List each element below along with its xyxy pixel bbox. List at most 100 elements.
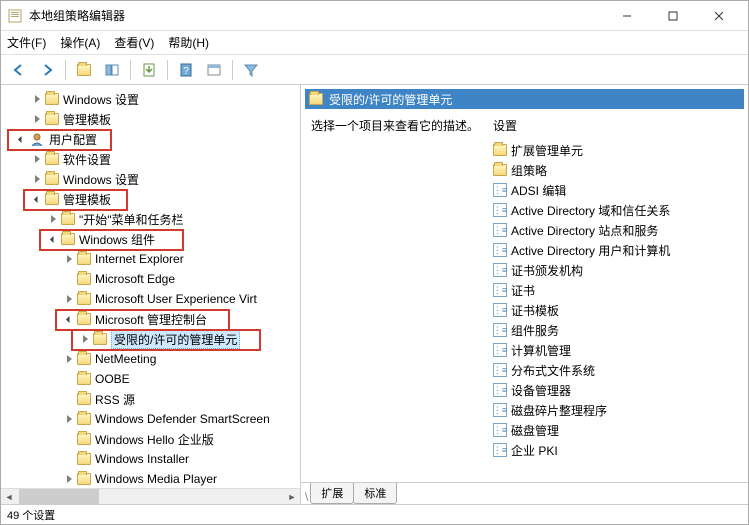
collapse-icon[interactable] [47,233,59,245]
tree-item[interactable]: Windows Media Player [1,469,300,489]
details-body: 选择一个项目来查看它的描述。 设置 扩展管理单元 组策略 ⋮≡ADSI 编辑 ⋮… [301,111,748,482]
setting-item-folder[interactable]: 组策略 [493,160,744,180]
tree-item[interactable]: OOBE [1,369,300,389]
menu-file[interactable]: 文件(F) [7,34,46,51]
settings-list: 扩展管理单元 组策略 ⋮≡ADSI 编辑 ⋮≡Active Directory … [493,140,744,460]
description-column: 选择一个项目来查看它的描述。 [305,111,487,482]
policy-icon: ⋮≡ [493,443,507,457]
tree-item-restricted-snapins[interactable]: 受限的/许可的管理单元 [1,329,300,349]
tab-extended[interactable]: 扩展 [310,483,354,504]
tree-item[interactable]: "开始"菜单和任务栏 [1,209,300,229]
show-hide-tree-button[interactable] [100,58,124,82]
toolbar-divider [167,60,168,80]
settings-column: 设置 扩展管理单元 组策略 ⋮≡ADSI 编辑 ⋮≡Active Directo… [487,111,744,482]
tree-item-user-config[interactable]: 用户配置 [1,129,300,149]
menu-help[interactable]: 帮助(H) [168,34,209,51]
setting-item[interactable]: ⋮≡企业 PKI [493,440,744,460]
expand-icon[interactable] [31,113,43,125]
expand-icon[interactable] [79,333,91,345]
expand-icon[interactable] [31,93,43,105]
setting-item[interactable]: ⋮≡Active Directory 域和信任关系 [493,200,744,220]
policy-icon: ⋮≡ [493,223,507,237]
properties-button[interactable] [202,58,226,82]
policy-icon: ⋮≡ [493,323,507,337]
back-button[interactable] [7,58,31,82]
policy-icon: ⋮≡ [493,403,507,417]
up-button[interactable] [72,58,96,82]
setting-item[interactable]: ⋮≡磁盘碎片整理程序 [493,400,744,420]
tree-item[interactable]: Microsoft Edge [1,269,300,289]
tree-item[interactable]: Microsoft User Experience Virt [1,289,300,309]
folder-icon [77,433,91,445]
export-button[interactable] [137,58,161,82]
setting-item[interactable]: ⋮≡分布式文件系统 [493,360,744,380]
tree-item[interactable]: RSS 源 [1,389,300,409]
collapse-icon[interactable] [31,193,43,205]
tab-standard[interactable]: 标准 [353,483,397,504]
expand-icon[interactable] [63,253,75,265]
tree-item[interactable]: Internet Explorer [1,249,300,269]
folder-icon [77,293,91,305]
folder-icon [61,213,75,225]
expand-icon[interactable] [31,173,43,185]
scroll-left-icon[interactable]: ◄ [1,489,17,504]
tree-hscrollbar[interactable]: ◄ ► [1,488,300,504]
tree-item-windows-components[interactable]: Windows 组件 [1,229,300,249]
setting-item[interactable]: ⋮≡ADSI 编辑 [493,180,744,200]
filter-button[interactable] [239,58,263,82]
tree-item-mmc[interactable]: Microsoft 管理控制台 [1,309,300,329]
setting-item-folder[interactable]: 扩展管理单元 [493,140,744,160]
tree-item[interactable]: Windows 设置 [1,169,300,189]
menu-action[interactable]: 操作(A) [60,34,100,51]
tree-pane[interactable]: Windows 设置 管理模板 用户配置 软件设置 Windows 设置 管理模… [1,85,301,504]
tree-item[interactable]: Windows Hello 企业版 [1,429,300,449]
setting-item[interactable]: ⋮≡计算机管理 [493,340,744,360]
setting-item[interactable]: ⋮≡设备管理器 [493,380,744,400]
folder-icon [77,253,91,265]
setting-item[interactable]: ⋮≡证书模板 [493,300,744,320]
titlebar: 本地组策略编辑器 [1,1,748,31]
tree-item-admin-templates[interactable]: 管理模板 [1,189,300,209]
folder-icon [77,413,91,425]
tree-item[interactable]: NetMeeting [1,349,300,369]
scroll-right-icon[interactable]: ► [284,489,300,504]
setting-item[interactable]: ⋮≡证书颁发机构 [493,260,744,280]
setting-item[interactable]: ⋮≡磁盘管理 [493,420,744,440]
folder-icon [45,113,59,125]
folder-icon [77,393,91,405]
setting-item[interactable]: ⋮≡证书 [493,280,744,300]
svg-text:?: ? [183,66,189,77]
collapse-icon[interactable] [63,313,75,325]
toolbar-divider [65,60,66,80]
folder-icon [61,233,75,245]
folder-icon [45,173,59,185]
tree-item[interactable]: Windows Defender SmartScreen [1,409,300,429]
forward-button[interactable] [35,58,59,82]
window-buttons [604,2,742,30]
folder-icon [493,164,507,176]
policy-icon: ⋮≡ [493,363,507,377]
statusbar: 49 个设置 [1,504,748,524]
maximize-button[interactable] [650,2,696,30]
expand-icon[interactable] [63,413,75,425]
settings-header[interactable]: 设置 [493,117,744,134]
expand-icon[interactable] [47,213,59,225]
tree-item[interactable]: 管理模板 [1,109,300,129]
close-button[interactable] [696,2,742,30]
menu-view[interactable]: 查看(V) [114,34,154,51]
tree-item[interactable]: Windows 设置 [1,89,300,109]
setting-item[interactable]: ⋮≡Active Directory 站点和服务 [493,220,744,240]
minimize-button[interactable] [604,2,650,30]
setting-item[interactable]: ⋮≡Active Directory 用户和计算机 [493,240,744,260]
expand-icon[interactable] [31,153,43,165]
expand-icon[interactable] [63,293,75,305]
tree-item[interactable]: Windows Installer [1,449,300,469]
expand-icon[interactable] [63,473,75,485]
expand-icon[interactable] [63,353,75,365]
help-button[interactable]: ? [174,58,198,82]
setting-item[interactable]: ⋮≡组件服务 [493,320,744,340]
scroll-thumb[interactable] [19,489,99,504]
collapse-icon[interactable] [15,133,27,145]
tree-item[interactable]: 软件设置 [1,149,300,169]
folder-icon [77,64,91,76]
